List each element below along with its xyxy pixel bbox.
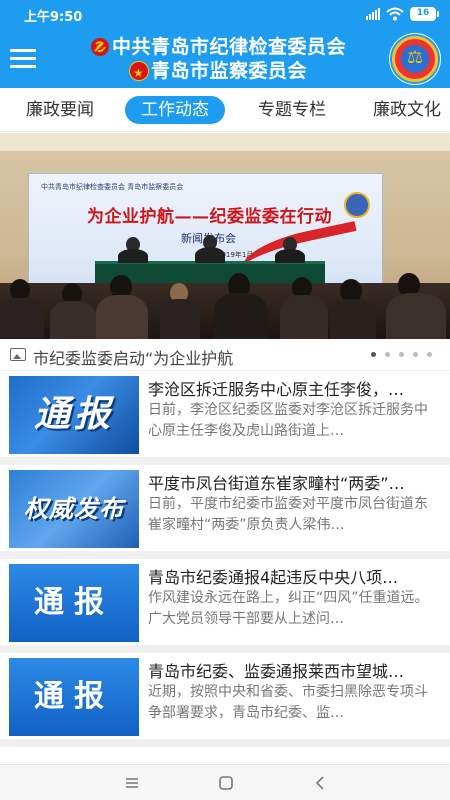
list-item[interactable]: 通报 青岛市纪委通报4起违反中央八项… 作风建设永远在路上，纠正“四风”任重道远… <box>0 560 450 653</box>
news-title: 青岛市纪委通报4起违反中央八项… <box>148 568 399 587</box>
title-main: 中共青岛市纪律检查委员会 <box>111 36 346 58</box>
news-title: 平度市凤台街道东崔家疃村“两委”… <box>148 474 405 493</box>
news-thumbnail: 通报 <box>9 376 139 454</box>
news-title: 青岛市纪委、监委通报莱西市望城… <box>148 662 405 681</box>
title-sub: 青岛市监察委员会 <box>150 60 307 82</box>
news-thumbnail: 权威发布 <box>9 470 139 548</box>
header-title: 中共青岛市纪律检查委员会 青岛市监察委员会 <box>58 35 378 85</box>
news-summary: 作风建设永远在路上，纠正“四风”任重道远。广大党员领导干部要从上述问… <box>148 590 429 627</box>
banner-caption: 市纪委监委启动“为企业护航 <box>33 349 234 368</box>
signal-icon <box>366 8 380 20</box>
thumbnail-text: 通报 <box>33 394 114 435</box>
banner-org-text: 中共青岛市纪律检查委员会 青岛市监察委员会 <box>41 183 184 191</box>
wifi-icon <box>386 7 404 21</box>
tab-work-updates[interactable]: 工作动态 <box>125 96 225 124</box>
tab-lianzheng-news[interactable]: 廉政要闻 <box>26 96 94 124</box>
news-thumbnail: 通报 <box>9 564 139 642</box>
news-thumbnail: 通报 <box>9 658 139 736</box>
chevron-back-icon[interactable] <box>310 773 330 793</box>
tab-special-topics[interactable]: 专题专栏 <box>258 96 326 124</box>
hamburger-menu-icon[interactable] <box>10 46 36 70</box>
title-line-2: 青岛市监察委员会 <box>58 59 378 85</box>
news-summary: 日前，平度市纪委市监委对平度市凤台街道东崔家疃村“两委”原负责人梁伟… <box>148 496 428 533</box>
title-line-1: 中共青岛市纪律检查委员会 <box>58 35 378 59</box>
party-emblem-icon <box>90 38 109 56</box>
carousel-dot[interactable] <box>413 352 418 357</box>
national-emblem-icon <box>128 61 149 85</box>
carousel-dot[interactable] <box>385 352 390 357</box>
banner-seal-icon <box>344 192 370 218</box>
status-bar: 上午9:50 16 <box>0 0 450 30</box>
status-icons: 16 <box>366 7 439 21</box>
battery-level: 16 <box>416 8 430 18</box>
carousel-dot[interactable] <box>427 352 432 357</box>
thumbnail-text: 通报 <box>34 679 114 714</box>
square-home-icon[interactable] <box>216 773 236 793</box>
carousel-dot[interactable] <box>371 352 376 357</box>
list-item[interactable]: 通报 青岛市纪委、监委通报莱西市望城… 近期，按照中央和省委、市委扫黑除恶专项斗… <box>0 654 450 747</box>
app-header: 中共青岛市纪律检查委员会 青岛市监察委员会 <box>0 30 450 88</box>
news-list: 通报 李沧区拆迁服务中心原主任李俊，… 日前，李沧区纪委区监委对李沧区拆迁服务中… <box>0 372 450 764</box>
banner-carousel[interactable]: 中共青岛市纪律检查委员会 青岛市监察委员会 为企业护航——纪委监委在行动 新闻发… <box>0 133 450 339</box>
discipline-logo-icon <box>392 36 438 82</box>
news-title: 李沧区拆迁服务中心原主任李俊，… <box>148 380 405 399</box>
thumbnail-text: 权威发布 <box>24 495 124 523</box>
carousel-dot[interactable] <box>399 352 404 357</box>
system-nav-bar <box>0 764 450 800</box>
list-item[interactable]: 权威发布 平度市凤台街道东崔家疃村“两委”… 日前，平度市纪委市监委对平度市凤台… <box>0 466 450 559</box>
category-tabs: 廉政要闻 工作动态 专题专栏 廉政文化 <box>0 88 450 132</box>
banner-slogan: 为企业护航——纪委监委在行动 <box>87 207 332 227</box>
banner-caption-bar[interactable]: 市纪委监委启动“为企业护航 <box>0 339 450 371</box>
carousel-indicator <box>371 352 432 357</box>
news-summary: 近期，按照中央和省委、市委扫黑除恶专项斗争部署要求，青岛市纪委、监… <box>148 684 428 721</box>
tab-integrity-culture[interactable]: 廉政文化 <box>373 96 441 124</box>
status-time: 上午9:50 <box>24 10 83 25</box>
news-summary: 日前，李沧区纪委区监委对李沧区拆迁服务中心原主任李俊及虎山路街道上… <box>148 402 428 439</box>
thumbnail-text: 通报 <box>34 585 114 620</box>
list-item[interactable]: 通报 李沧区拆迁服务中心原主任李俊，… 日前，李沧区纪委区监委对李沧区拆迁服务中… <box>0 372 450 465</box>
image-icon <box>10 348 26 361</box>
menu-lines-icon[interactable] <box>122 773 142 793</box>
battery-icon: 16 <box>410 7 439 21</box>
